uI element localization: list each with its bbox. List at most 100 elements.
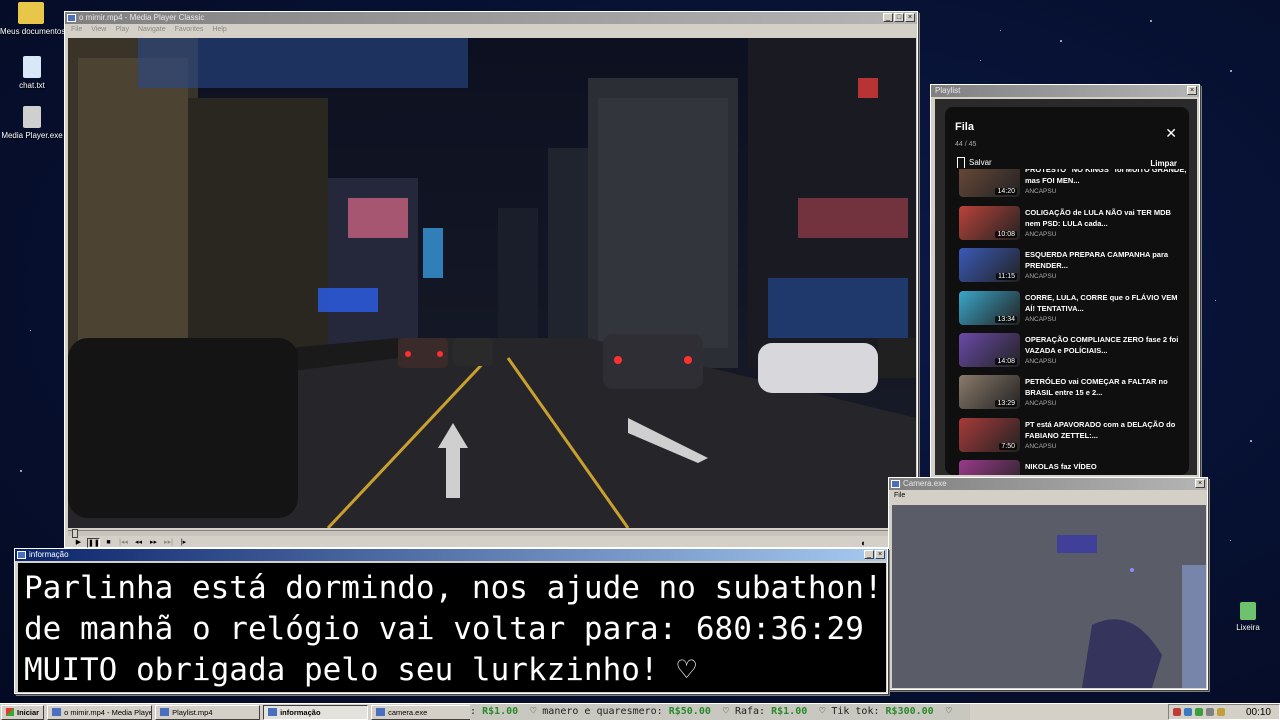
queue-item[interactable]: 13:34 CORRE, LULA, CORRE que o FLÁVIO VE… (959, 291, 1189, 333)
channel-name: ANCAPSU (1025, 400, 1057, 407)
rewind-button[interactable]: ◂◂ (132, 538, 145, 548)
save-button[interactable]: Salvar (957, 157, 992, 168)
menu-file[interactable]: File (71, 26, 82, 35)
fast-forward-button[interactable]: ▸▸ (147, 538, 160, 548)
camera-window[interactable]: Camera.exe × File (888, 477, 1208, 690)
info-line-3: MUITO obrigada pelo seu lurkzinho! ♡ (24, 652, 696, 688)
close-icon[interactable]: ✕ (1165, 125, 1177, 142)
queue-item[interactable]: 11:15 ESQUERDA PREPARA CAMPANHA para PRE… (959, 248, 1189, 290)
playlist-window[interactable]: Playlist × Fila 44 / 45 ✕ Salvar Limpar … (930, 84, 1200, 478)
info-line-1: Parlinha está dormindo, nos ajude no sub… (24, 570, 883, 606)
minimize-button[interactable]: _ (883, 13, 893, 22)
channel-name: ANCAPSU (1025, 188, 1057, 195)
info-titlebar[interactable]: informação _ × (15, 549, 887, 561)
taskbar-item-info[interactable]: informação (263, 704, 369, 720)
bookmark-icon (957, 157, 965, 168)
menu-play[interactable]: Play (115, 26, 129, 35)
system-tray: 00:10 (1168, 704, 1280, 720)
desktop-icon-documents[interactable]: Meus documentos (0, 2, 65, 36)
play-button[interactable]: ▶ (72, 538, 85, 548)
queue-panel: Fila 44 / 45 ✕ Salvar Limpar 14:20 PROTE… (945, 107, 1189, 475)
video-frame[interactable] (68, 38, 916, 528)
desktop-icon-recycle-bin[interactable]: Lixeira (1217, 602, 1279, 632)
queue-item[interactable]: 14:20 PROTESTO "NO KINGS" foi MUITO GRAN… (959, 169, 1189, 205)
duration: 14:08 (995, 358, 1017, 365)
channel-name: ANCAPSU (1025, 358, 1057, 365)
save-label: Salvar (969, 158, 992, 167)
queue-item[interactable]: 13:29 PETRÓLEO vai COMEÇAR a FALTAR no B… (959, 375, 1189, 417)
duration: 13:29 (995, 400, 1017, 407)
recycle-bin-icon (1240, 602, 1256, 620)
close-button[interactable]: × (1187, 86, 1197, 95)
frame-step-button[interactable]: |▸ (177, 538, 190, 548)
menu-favorites[interactable]: Favorites (175, 26, 204, 35)
channel-name: ANCAPSU (1025, 231, 1057, 238)
playlist-icon (160, 708, 170, 716)
window-icon (17, 551, 26, 559)
desktop-icon-chat[interactable]: chat.txt (1, 56, 63, 90)
seek-bar[interactable] (68, 529, 916, 538)
pause-button[interactable]: ❚❚ (87, 538, 100, 548)
maximize-button[interactable]: □ (894, 13, 904, 22)
info-message: Parlinha está dormindo, nos ajude no sub… (18, 563, 886, 692)
playlist-titlebar[interactable]: Playlist × (931, 85, 1199, 97)
camera-titlebar[interactable]: Camera.exe × (889, 478, 1207, 490)
task-label: camera.exe (388, 707, 428, 717)
video-title: PETRÓLEO vai COMEÇAR a FALTAR no BRASIL … (1025, 377, 1168, 397)
ticker-amount: R$300.00 (885, 706, 934, 717)
start-button[interactable]: Iniciar (1, 704, 45, 720)
ticker-name: ♡ (945, 706, 952, 717)
desktop-icon-label: Lixeira (1236, 623, 1260, 632)
camera-menu-file[interactable]: File (889, 490, 1207, 502)
menu-view[interactable]: View (91, 26, 106, 35)
queue-item[interactable]: 10:08 COLIGAÇÃO de LULA NÃO vai TER MDB … (959, 206, 1189, 248)
tray-icon[interactable] (1184, 708, 1192, 716)
video-title: ESQUERDA PREPARA CAMPANHA para PRENDER..… (1025, 250, 1169, 270)
seek-thumb[interactable] (72, 529, 78, 538)
video-title: PT está APAVORADO com a DELAÇÃO do FABIA… (1025, 420, 1176, 440)
tray-icon[interactable] (1173, 708, 1181, 716)
minimize-button[interactable]: _ (864, 550, 874, 559)
window-title: Playlist (935, 86, 961, 95)
close-button[interactable]: × (875, 550, 885, 559)
notepad-icon (23, 56, 41, 78)
close-button[interactable]: × (1195, 479, 1205, 488)
media-player-titlebar[interactable]: o mimir.mp4 - Media Player Classic _ □ × (65, 12, 917, 24)
ticker-name: ♡ Rafa: (722, 706, 766, 717)
menu-navigate[interactable]: Navigate (138, 26, 166, 35)
next-button[interactable]: ▸▸| (162, 538, 175, 548)
taskbar-item-media-player[interactable]: o mimir.mp4 - Media Playe... (47, 704, 153, 720)
close-button[interactable]: × (905, 13, 915, 22)
desktop-icon-media-player[interactable]: Media Player.exe (1, 106, 63, 140)
previous-button[interactable]: |◂◂ (117, 538, 130, 548)
ticker-amount: R$1.00 (482, 706, 519, 717)
video-thumbnail: 7:50 (959, 418, 1020, 452)
channel-name: ANCAPSU (1025, 273, 1057, 280)
menu-help[interactable]: Help (212, 26, 226, 35)
tray-icon[interactable] (1195, 708, 1203, 716)
taskbar-item-playlist[interactable]: Playlist.mp4 (155, 704, 261, 720)
queue-item[interactable]: 7:50 PT está APAVORADO com a DELAÇÃO do … (959, 418, 1189, 460)
clear-button[interactable]: Limpar (1150, 159, 1177, 168)
queue-title: Fila (955, 121, 974, 133)
queue-count: 44 / 45 (955, 141, 977, 148)
window-title: Camera.exe (903, 479, 947, 488)
volume-icon[interactable]: ◖ (860, 538, 870, 548)
queue-item[interactable]: NIKOLAS faz VÍDEO (959, 460, 1189, 475)
tray-icon[interactable] (1217, 708, 1225, 716)
stop-button[interactable]: ■ (102, 538, 115, 548)
info-window[interactable]: informação _ × Parlinha está dormindo, n… (14, 548, 888, 694)
ticker-name: ♡ Tik tok: (819, 706, 880, 717)
queue-item[interactable]: 14:08 OPERAÇÃO COMPLIANCE ZERO fase 2 fo… (959, 333, 1189, 375)
playback-controls: ▶ ❚❚ ■ |◂◂ ◂◂ ▸▸ ▸▸| |▸ ◖ (68, 538, 916, 548)
media-player-window[interactable]: o mimir.mp4 - Media Player Classic _ □ ×… (64, 11, 918, 548)
tray-icon[interactable] (1206, 708, 1214, 716)
task-label: o mimir.mp4 - Media Playe... (64, 707, 153, 717)
night-street-scene (68, 38, 916, 528)
desktop-icon-label: chat.txt (19, 81, 45, 90)
window-title: o mimir.mp4 - Media Player Classic (79, 13, 205, 22)
video-title: OPERAÇÃO COMPLIANCE ZERO fase 2 foi VAZA… (1025, 335, 1179, 355)
video-title: NIKOLAS faz VÍDEO (1025, 462, 1097, 471)
taskbar-item-camera[interactable]: camera.exe (371, 704, 477, 720)
donation-ticker: : R$1.00 ♡ manero e quaresmero: R$50.00 … (470, 704, 970, 720)
